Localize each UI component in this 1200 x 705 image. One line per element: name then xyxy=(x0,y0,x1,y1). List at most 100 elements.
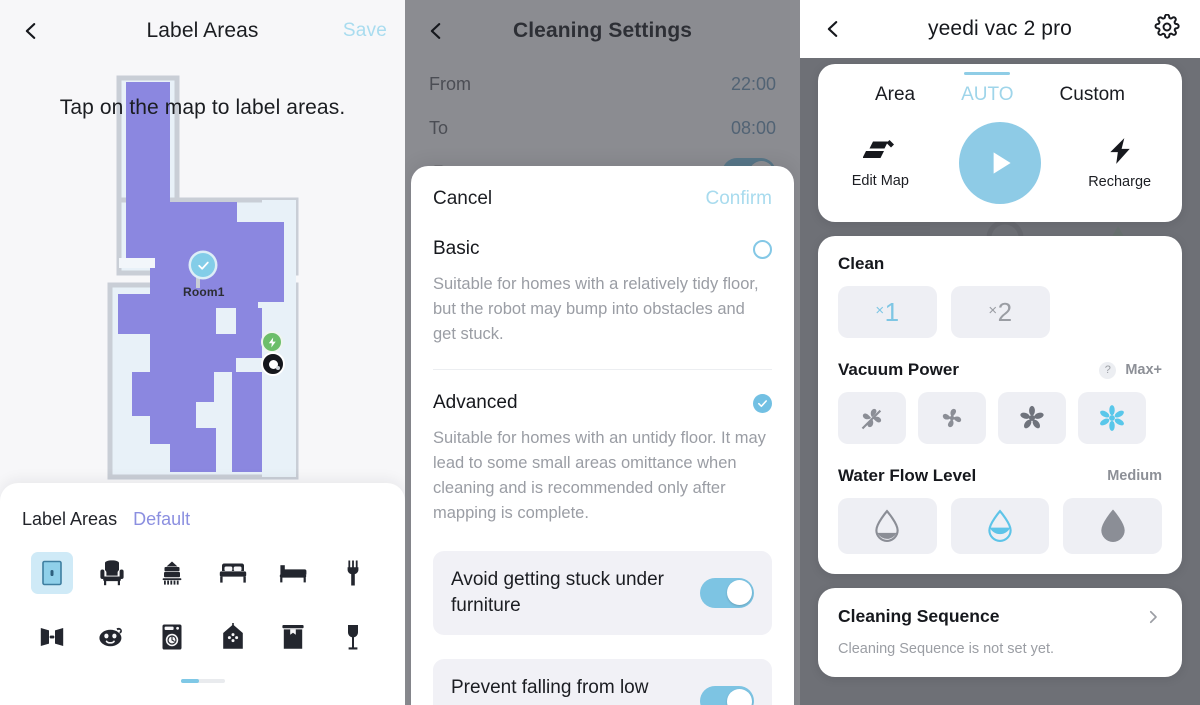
cleaning-sequence-card[interactable]: Cleaning Sequence Cleaning Sequence is n… xyxy=(818,588,1182,677)
wine-glass-icon-cell[interactable] xyxy=(332,616,374,658)
washing-machine-icon xyxy=(162,624,182,650)
tab-area[interactable]: Area xyxy=(875,78,915,106)
device-navbar: yeedi vac 2 pro xyxy=(800,0,1200,58)
action-row: Edit Map Recharge xyxy=(818,122,1182,204)
storage-box-icon-cell[interactable] xyxy=(272,616,314,658)
double-door-icon-cell[interactable] xyxy=(31,616,73,658)
prevent-falling-toggle[interactable] xyxy=(700,686,754,705)
fan-standard-button[interactable] xyxy=(918,392,986,444)
baby-face-icon-cell[interactable] xyxy=(91,616,133,658)
page-scroll-indicator[interactable] xyxy=(180,679,225,683)
water-drop-low-icon xyxy=(875,509,900,542)
fork-icon xyxy=(347,560,359,586)
storage-box-icon xyxy=(282,625,304,649)
back-button[interactable] xyxy=(18,18,44,44)
settings-button[interactable] xyxy=(1154,13,1180,45)
dresser-icon-cell[interactable] xyxy=(151,552,193,594)
clean-count-options: × 1 × 2 xyxy=(838,286,1162,338)
clean-count-x1-value: 1 xyxy=(884,296,900,327)
bed-icon-cell[interactable] xyxy=(212,552,254,594)
water-low-button[interactable] xyxy=(838,498,937,554)
label-areas-sheet-header: Label Areas Default xyxy=(22,509,383,530)
house-icon xyxy=(222,623,243,649)
door-icon xyxy=(42,560,62,586)
sheet-default-tab[interactable]: Default xyxy=(133,509,190,530)
label-areas-sheet: Label Areas Default xyxy=(0,483,405,705)
room-check-pin[interactable] xyxy=(191,253,215,277)
option-advanced[interactable]: Advanced Suitable for homes with an unti… xyxy=(433,392,772,526)
confirm-button[interactable]: Confirm xyxy=(705,188,772,210)
recharge-label: Recharge xyxy=(1088,173,1152,190)
clean-count-x1-prefix: × xyxy=(875,301,885,319)
daybed-icon-cell[interactable] xyxy=(272,552,314,594)
option-basic[interactable]: Basic Suitable for homes with a relative… xyxy=(433,238,772,347)
water-drop-high-icon xyxy=(1100,509,1125,542)
washing-machine-icon-cell[interactable] xyxy=(151,616,193,658)
chevron-left-icon xyxy=(25,23,36,39)
label-areas-navbar: Label Areas Save xyxy=(0,0,405,62)
prevent-falling-row[interactable]: Prevent falling from low steps xyxy=(433,658,772,705)
water-medium-button[interactable] xyxy=(950,498,1050,554)
edit-map-icon xyxy=(863,139,895,158)
fan-silent-icon xyxy=(861,408,882,430)
daybed-icon xyxy=(279,565,307,583)
house-icon-cell[interactable] xyxy=(212,616,254,658)
armchair-icon-cell[interactable] xyxy=(91,552,133,594)
save-button[interactable]: Save xyxy=(343,20,387,42)
device-screen: yeedi vac 2 pro Area AUTO Custom Edit Ma… xyxy=(800,0,1200,705)
cleaning-settings-screen: Cleaning Settings From 22:00 To 08:00 Au… xyxy=(405,0,800,705)
vacuum-power-help-icon[interactable]: ? xyxy=(1099,361,1117,379)
modal-header: Cancel Confirm xyxy=(433,166,772,232)
label-areas-screen: Label Areas Save Tap on the map to label… xyxy=(0,0,405,705)
chevron-left-icon xyxy=(827,21,838,37)
option-advanced-radio[interactable] xyxy=(753,393,772,413)
water-flow-header: Water Flow Level Medium xyxy=(838,466,1162,486)
avoid-stuck-toggle[interactable] xyxy=(700,577,754,608)
avoid-stuck-row[interactable]: Avoid getting stuck under furniture xyxy=(433,550,772,635)
floor-map[interactable] xyxy=(0,72,405,482)
wine-glass-icon xyxy=(347,625,358,650)
option-basic-title: Basic xyxy=(433,238,480,259)
baby-face-icon xyxy=(99,627,123,647)
fan-silent-button[interactable] xyxy=(838,392,906,444)
gear-icon xyxy=(1154,13,1180,39)
clean-count-x1[interactable]: × 1 xyxy=(838,286,937,338)
fan-max-plus-button[interactable] xyxy=(1078,392,1146,444)
chevron-left-icon xyxy=(430,23,441,39)
edit-map-button[interactable]: Edit Map xyxy=(834,138,926,189)
start-clean-button[interactable] xyxy=(958,122,1041,204)
water-flow-options xyxy=(838,498,1163,554)
cleaning-mode-modal: Cancel Confirm Basic Suitable for homes … xyxy=(411,166,794,705)
vacuum-power-value: Max+ xyxy=(1125,362,1162,378)
back-button[interactable] xyxy=(423,18,449,44)
edit-map-label: Edit Map xyxy=(851,172,909,189)
option-basic-description: Suitable for homes with a relatively tid… xyxy=(433,275,759,344)
chevron-right-icon[interactable] xyxy=(1144,608,1162,626)
option-basic-radio[interactable] xyxy=(753,239,772,259)
door-icon-cell[interactable] xyxy=(31,552,74,594)
cleaning-sequence-subtitle: Cleaning Sequence is not set yet. xyxy=(838,641,1055,657)
tab-custom[interactable]: Custom xyxy=(1060,78,1125,106)
recharge-button[interactable]: Recharge xyxy=(1074,137,1166,190)
play-icon xyxy=(993,152,1011,174)
modal-divider xyxy=(433,369,772,371)
charge-dock-badge xyxy=(261,331,283,353)
back-button[interactable] xyxy=(820,16,846,42)
option-advanced-title: Advanced xyxy=(433,392,518,414)
prevent-falling-label: Prevent falling from low steps xyxy=(451,676,649,705)
clean-section-title: Clean xyxy=(838,254,885,273)
tab-auto[interactable]: AUTO xyxy=(961,78,1013,106)
water-flow-value: Medium xyxy=(1107,468,1162,484)
control-card: Area AUTO Custom Edit Map Recharge xyxy=(818,64,1182,222)
water-high-button[interactable] xyxy=(1063,498,1163,554)
fork-icon-cell[interactable] xyxy=(332,552,374,594)
fan-max-plus-icon xyxy=(1100,405,1124,431)
fan-max-button[interactable] xyxy=(998,392,1066,444)
robot-position-marker xyxy=(261,352,285,376)
map-hint-text: Tap on the map to label areas. xyxy=(59,96,346,119)
cancel-button[interactable]: Cancel xyxy=(433,188,492,210)
clean-count-x2[interactable]: × 2 xyxy=(951,286,1050,338)
check-icon xyxy=(197,261,209,270)
check-icon xyxy=(758,399,767,407)
sheet-title: Label Areas xyxy=(22,509,118,529)
